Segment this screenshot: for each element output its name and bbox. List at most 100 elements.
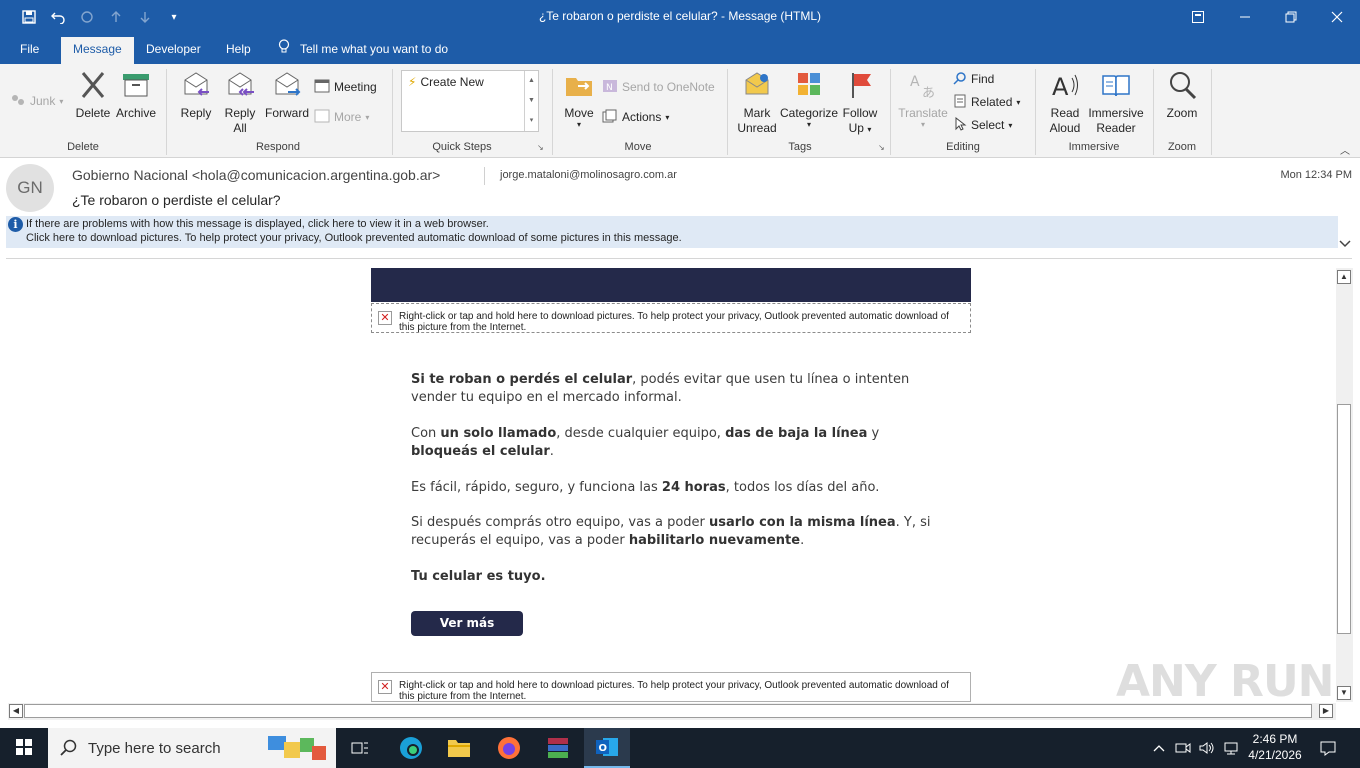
close-icon[interactable] xyxy=(1314,0,1360,34)
junk-button[interactable]: Junk ▾ xyxy=(10,92,63,110)
read-aloud-label-2: Aloud xyxy=(1049,121,1081,135)
related-icon xyxy=(953,94,967,111)
ver-mas-button[interactable]: Ver más xyxy=(411,611,523,636)
scroll-up-arrow-icon[interactable]: ▲ xyxy=(1337,270,1351,284)
related-button[interactable]: Related ▾ xyxy=(953,93,1020,111)
find-button[interactable]: Find xyxy=(953,70,994,88)
network-icon[interactable] xyxy=(1219,728,1243,768)
more-icon xyxy=(314,109,330,126)
vertical-scrollbar[interactable]: ▲ ▼ xyxy=(1336,268,1353,702)
forward-button[interactable]: Forward xyxy=(263,70,311,121)
broken-image-icon: ✕ xyxy=(378,680,392,694)
reply-all-button[interactable]: Reply All xyxy=(219,70,261,136)
zoom-button[interactable]: Zoom xyxy=(1160,70,1204,121)
meet-now-icon[interactable] xyxy=(1171,728,1195,768)
recipient[interactable]: jorge.mataloni@molinosagro.com.ar xyxy=(500,169,677,181)
tab-file[interactable]: File xyxy=(8,34,51,64)
translate-icon: Aあ xyxy=(898,70,948,104)
lightbulb-icon xyxy=(278,35,290,65)
expand-header-chevron-icon[interactable] xyxy=(1339,236,1351,251)
tell-me-search[interactable]: Tell me what you want to do xyxy=(270,34,460,64)
mark-unread-button[interactable]: Mark Unread xyxy=(734,70,780,136)
bold-text: usarlo con la misma línea xyxy=(709,515,896,530)
file-explorer-icon[interactable] xyxy=(436,728,482,768)
tags-group-label: Tags xyxy=(788,141,812,153)
select-button[interactable]: Select ▾ xyxy=(953,116,1012,134)
outlook-icon[interactable]: O xyxy=(584,728,630,768)
task-view-icon[interactable] xyxy=(337,728,383,768)
blocked-picture-placeholder[interactable]: ✕ Right-click or tap and hold here to do… xyxy=(371,303,971,333)
notification-center-icon[interactable] xyxy=(1316,728,1340,768)
actions-icon xyxy=(602,109,618,126)
bold-text: das de baja la línea xyxy=(725,426,868,441)
categorize-icon xyxy=(780,70,838,104)
tab-help[interactable]: Help xyxy=(214,34,263,64)
redo-icon[interactable] xyxy=(74,0,100,34)
reply-all-label-1: Reply xyxy=(224,106,256,120)
meeting-button[interactable]: Meeting xyxy=(314,78,377,96)
move-group-label: Move xyxy=(624,141,652,153)
zoom-label: Zoom xyxy=(1166,106,1198,120)
tab-developer[interactable]: Developer xyxy=(134,34,213,64)
immersive-reader-button[interactable]: Immersive Reader xyxy=(1087,70,1145,136)
ribbon-tabs: File Message Developer Help Tell me what… xyxy=(0,34,1360,64)
delete-icon xyxy=(72,70,114,104)
sender[interactable]: Gobierno Nacional <hola@comunicacion.arg… xyxy=(72,167,440,183)
blocked-picture-text: Right-click or tap and hold here to down… xyxy=(399,680,949,702)
select-label: Select xyxy=(971,118,1005,132)
avatar[interactable]: GN xyxy=(6,164,54,212)
bold-text: bloqueás el celular xyxy=(411,444,550,459)
bold-text: Si te roban o perdés el celular xyxy=(411,372,633,387)
start-button[interactable] xyxy=(0,728,48,768)
volume-icon[interactable] xyxy=(1195,728,1219,768)
read-aloud-icon: A xyxy=(1043,70,1087,104)
divider xyxy=(484,167,485,185)
send-to-onenote-label: Send to OneNote xyxy=(622,80,715,94)
follow-up-label-1: Follow xyxy=(842,106,878,120)
more-respond-button[interactable]: More ▾ xyxy=(314,108,369,126)
categorize-button[interactable]: Categorize ▾ xyxy=(780,70,838,129)
reply-button[interactable]: Reply xyxy=(176,70,216,121)
vertical-scroll-thumb[interactable] xyxy=(1337,404,1351,634)
minimize-icon[interactable] xyxy=(1222,0,1268,34)
follow-up-button[interactable]: Follow Up ▾ xyxy=(840,70,880,137)
ribbon-display-options-icon[interactable] xyxy=(1175,0,1221,34)
quick-steps-gallery[interactable]: ⚡ Create New ▲ ▼ ▾ xyxy=(401,70,539,132)
quick-steps-scroll[interactable]: ▲ ▼ ▾ xyxy=(524,71,538,131)
system-clock[interactable]: 2:46 PM 4/21/2026 xyxy=(1244,731,1306,763)
info-bar-pictures-line[interactable]: Click here to download pictures. To help… xyxy=(26,232,682,244)
tags-launcher-icon[interactable]: ↘ xyxy=(878,143,885,152)
winrar-icon[interactable] xyxy=(535,728,581,768)
blocked-picture-placeholder[interactable]: ✕ Right-click or tap and hold here to do… xyxy=(371,672,971,702)
actions-button[interactable]: Actions ▾ xyxy=(602,108,669,126)
send-to-onenote-button[interactable]: N Send to OneNote xyxy=(602,78,715,96)
undo-icon[interactable] xyxy=(45,0,71,34)
save-icon[interactable] xyxy=(16,0,42,34)
find-icon xyxy=(953,71,967,88)
firefox-icon[interactable] xyxy=(486,728,532,768)
edge-icon[interactable] xyxy=(388,728,434,768)
tray-chevron-icon[interactable] xyxy=(1147,728,1171,768)
scroll-left-arrow-icon[interactable]: ◀ xyxy=(9,704,23,718)
restore-icon[interactable] xyxy=(1268,0,1314,34)
translate-button[interactable]: Aあ Translate ▾ xyxy=(898,70,948,129)
archive-button[interactable]: Archive xyxy=(114,70,158,121)
scroll-down-arrow-icon[interactable]: ▼ xyxy=(1337,686,1351,700)
info-bar-browser-line[interactable]: If there are problems with how this mess… xyxy=(26,218,489,230)
move-button[interactable]: Move ▾ xyxy=(560,70,598,129)
delete-button[interactable]: Delete xyxy=(72,70,114,121)
quick-steps-launcher-icon[interactable]: ↘ xyxy=(537,143,544,152)
more-label: More xyxy=(334,110,362,124)
read-aloud-button[interactable]: A Read Aloud xyxy=(1043,70,1087,136)
taskbar-search-box[interactable]: Type here to search xyxy=(48,728,336,768)
next-item-icon[interactable] xyxy=(132,0,158,34)
tab-message[interactable]: Message xyxy=(61,37,134,64)
collapse-ribbon-icon[interactable]: ︿ xyxy=(1340,142,1350,157)
svg-text:あ: あ xyxy=(922,86,935,100)
previous-item-icon[interactable] xyxy=(103,0,129,34)
info-bar[interactable]: i If there are problems with how this me… xyxy=(6,216,1338,248)
blocked-picture-text: Right-click or tap and hold here to down… xyxy=(399,311,949,333)
create-new-quick-step[interactable]: ⚡ Create New xyxy=(408,73,484,91)
customize-qat-icon[interactable]: ▾ xyxy=(161,0,187,34)
immersive-group-label: Immersive xyxy=(1068,141,1120,153)
